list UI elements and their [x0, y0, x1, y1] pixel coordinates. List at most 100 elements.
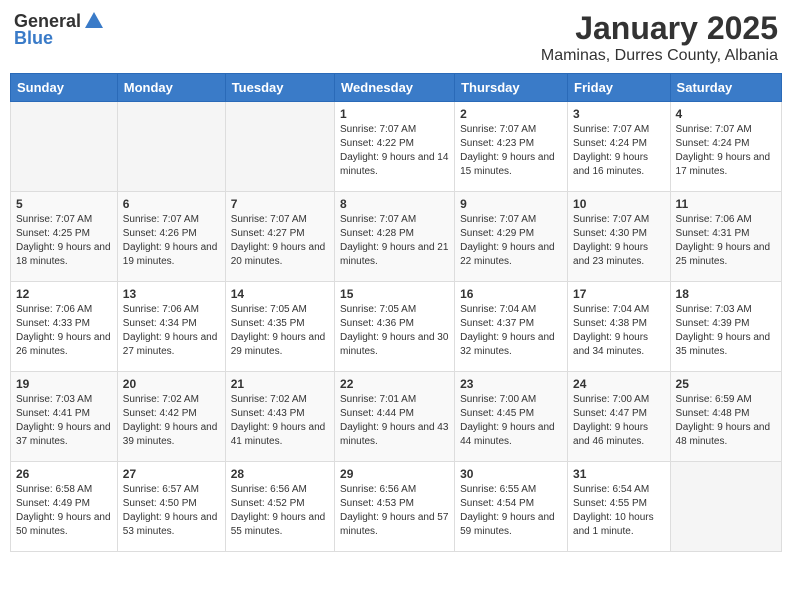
calendar-cell: 22Sunrise: 7:01 AMSunset: 4:44 PMDayligh…: [335, 372, 455, 462]
day-info: Sunrise: 6:56 AMSunset: 4:52 PMDaylight:…: [231, 483, 329, 539]
calendar-header-row: SundayMondayTuesdayWednesdayThursdayFrid…: [11, 74, 782, 102]
day-info: Sunrise: 7:00 AMSunset: 4:47 PMDaylight:…: [573, 393, 665, 449]
calendar-cell: 18 Sunrise: 7:03 AMSunset: 4:39 PMDayligh…: [670, 282, 781, 372]
calendar-table: SundayMondayTuesdayWednesdayThursdayFrid…: [10, 73, 782, 552]
page-title: January 2025: [541, 10, 778, 47]
day-info: Sunrise: 6:57 AMSunset: 4:50 PMDaylight:…: [123, 483, 220, 539]
calendar-cell: [670, 462, 781, 552]
calendar-cell: [225, 102, 334, 192]
day-info: Sunrise: 7:04 AMSunset: 4:37 PMDaylight:…: [460, 303, 562, 359]
calendar-cell: 10Sunrise: 7:07 AMSunset: 4:30 PMDayligh…: [568, 192, 671, 282]
logo-icon: [83, 10, 105, 32]
day-info: Sunrise: 7:06 AMSunset: 4:33 PMDaylight:…: [16, 303, 112, 359]
day-info: Sunrise: 7:07 AMSunset: 4:26 PMDaylight:…: [123, 213, 220, 269]
day-info: Sunrise: 6:56 AMSunset: 4:53 PMDaylight:…: [340, 483, 449, 539]
calendar-cell: [11, 102, 118, 192]
day-number: 4: [676, 107, 776, 121]
day-header-sunday: Sunday: [11, 74, 118, 102]
calendar-cell: 17 Sunrise: 7:04 AMSunset: 4:38 PMDayligh…: [568, 282, 671, 372]
day-number: 21: [231, 377, 329, 391]
day-header-tuesday: Tuesday: [225, 74, 334, 102]
day-info: Sunrise: 7:06 AMSunset: 4:34 PMDaylight:…: [123, 303, 220, 359]
day-number: 16: [460, 287, 562, 301]
logo: General Blue: [14, 10, 105, 49]
day-header-saturday: Saturday: [670, 74, 781, 102]
calendar-cell: 16 Sunrise: 7:04 AMSunset: 4:37 PMDayligh…: [455, 282, 568, 372]
day-number: 9: [460, 197, 562, 211]
day-number: 1: [340, 107, 449, 121]
page-subtitle: Maminas, Durres County, Albania: [541, 47, 778, 65]
calendar-cell: 25 Sunrise: 6:59 AMSunset: 4:48 PMDayligh…: [670, 372, 781, 462]
calendar-cell: 27 Sunrise: 6:57 AMSunset: 4:50 PMDayligh…: [117, 462, 225, 552]
day-header-wednesday: Wednesday: [335, 74, 455, 102]
day-header-monday: Monday: [117, 74, 225, 102]
logo-blue: Blue: [14, 28, 53, 49]
calendar-cell: 24 Sunrise: 7:00 AMSunset: 4:47 PMDayligh…: [568, 372, 671, 462]
calendar-cell: 23 Sunrise: 7:00 AMSunset: 4:45 PMDayligh…: [455, 372, 568, 462]
day-number: 14: [231, 287, 329, 301]
day-number: 20: [123, 377, 220, 391]
day-info: Sunrise: 7:07 AMSunset: 4:29 PMDaylight:…: [460, 213, 562, 269]
day-number: 19: [16, 377, 112, 391]
day-number: 5: [16, 197, 112, 211]
page-header: General Blue January 2025 Maminas, Durre…: [10, 10, 782, 65]
day-info: Sunrise: 7:02 AMSunset: 4:42 PMDaylight:…: [123, 393, 220, 449]
day-header-friday: Friday: [568, 74, 671, 102]
calendar-week-2: 5 Sunrise: 7:07 AMSunset: 4:25 PMDaylight…: [11, 192, 782, 282]
calendar-cell: 9 Sunrise: 7:07 AMSunset: 4:29 PMDaylight…: [455, 192, 568, 282]
day-info: Sunrise: 7:05 AMSunset: 4:36 PMDaylight:…: [340, 303, 449, 359]
calendar-cell: [117, 102, 225, 192]
day-number: 23: [460, 377, 562, 391]
calendar-cell: 14 Sunrise: 7:05 AMSunset: 4:35 PMDayligh…: [225, 282, 334, 372]
calendar-cell: 4 Sunrise: 7:07 AMSunset: 4:24 PMDaylight…: [670, 102, 781, 192]
calendar-cell: 30 Sunrise: 6:55 AMSunset: 4:54 PMDayligh…: [455, 462, 568, 552]
calendar-cell: 3Sunrise: 7:07 AMSunset: 4:24 PMDaylight…: [568, 102, 671, 192]
day-number: 28: [231, 467, 329, 481]
day-info: Sunrise: 6:54 AMSunset: 4:55 PMDaylight:…: [573, 483, 665, 539]
calendar-cell: 15Sunrise: 7:05 AMSunset: 4:36 PMDayligh…: [335, 282, 455, 372]
day-info: Sunrise: 7:07 AMSunset: 4:22 PMDaylight:…: [340, 123, 449, 179]
day-info: Sunrise: 7:07 AMSunset: 4:23 PMDaylight:…: [460, 123, 562, 179]
calendar-cell: 5 Sunrise: 7:07 AMSunset: 4:25 PMDaylight…: [11, 192, 118, 282]
day-info: Sunrise: 7:00 AMSunset: 4:45 PMDaylight:…: [460, 393, 562, 449]
calendar-cell: 7 Sunrise: 7:07 AMSunset: 4:27 PMDaylight…: [225, 192, 334, 282]
day-number: 18: [676, 287, 776, 301]
day-number: 17: [573, 287, 665, 301]
day-info: Sunrise: 7:04 AMSunset: 4:38 PMDaylight:…: [573, 303, 665, 359]
day-info: Sunrise: 7:03 AMSunset: 4:39 PMDaylight:…: [676, 303, 776, 359]
day-number: 26: [16, 467, 112, 481]
calendar-week-3: 12Sunrise: 7:06 AMSunset: 4:33 PMDayligh…: [11, 282, 782, 372]
calendar-cell: 13 Sunrise: 7:06 AMSunset: 4:34 PMDayligh…: [117, 282, 225, 372]
day-number: 27: [123, 467, 220, 481]
day-header-thursday: Thursday: [455, 74, 568, 102]
day-info: Sunrise: 7:07 AMSunset: 4:24 PMDaylight:…: [573, 123, 665, 179]
title-block: January 2025 Maminas, Durres County, Alb…: [541, 10, 778, 65]
day-info: Sunrise: 7:07 AMSunset: 4:27 PMDaylight:…: [231, 213, 329, 269]
day-info: Sunrise: 7:05 AMSunset: 4:35 PMDaylight:…: [231, 303, 329, 359]
calendar-cell: 21Sunrise: 7:02 AMSunset: 4:43 PMDayligh…: [225, 372, 334, 462]
day-number: 29: [340, 467, 449, 481]
calendar-cell: 20 Sunrise: 7:02 AMSunset: 4:42 PMDayligh…: [117, 372, 225, 462]
day-number: 22: [340, 377, 449, 391]
calendar-cell: 28 Sunrise: 6:56 AMSunset: 4:52 PMDayligh…: [225, 462, 334, 552]
calendar-week-5: 26Sunrise: 6:58 AMSunset: 4:49 PMDayligh…: [11, 462, 782, 552]
calendar-cell: 26Sunrise: 6:58 AMSunset: 4:49 PMDayligh…: [11, 462, 118, 552]
calendar-cell: 12Sunrise: 7:06 AMSunset: 4:33 PMDayligh…: [11, 282, 118, 372]
day-info: Sunrise: 6:59 AMSunset: 4:48 PMDaylight:…: [676, 393, 776, 449]
calendar-cell: 11Sunrise: 7:06 AMSunset: 4:31 PMDayligh…: [670, 192, 781, 282]
day-number: 6: [123, 197, 220, 211]
day-number: 25: [676, 377, 776, 391]
day-number: 24: [573, 377, 665, 391]
day-number: 2: [460, 107, 562, 121]
day-number: 30: [460, 467, 562, 481]
calendar-cell: 2 Sunrise: 7:07 AMSunset: 4:23 PMDaylight…: [455, 102, 568, 192]
day-info: Sunrise: 6:55 AMSunset: 4:54 PMDaylight:…: [460, 483, 562, 539]
day-number: 7: [231, 197, 329, 211]
day-info: Sunrise: 7:07 AMSunset: 4:25 PMDaylight:…: [16, 213, 112, 269]
day-info: Sunrise: 7:07 AMSunset: 4:28 PMDaylight:…: [340, 213, 449, 269]
day-info: Sunrise: 7:07 AMSunset: 4:24 PMDaylight:…: [676, 123, 776, 179]
day-number: 13: [123, 287, 220, 301]
day-number: 10: [573, 197, 665, 211]
calendar-cell: 1 Sunrise: 7:07 AMSunset: 4:22 PMDaylight…: [335, 102, 455, 192]
day-info: Sunrise: 7:03 AMSunset: 4:41 PMDaylight:…: [16, 393, 112, 449]
